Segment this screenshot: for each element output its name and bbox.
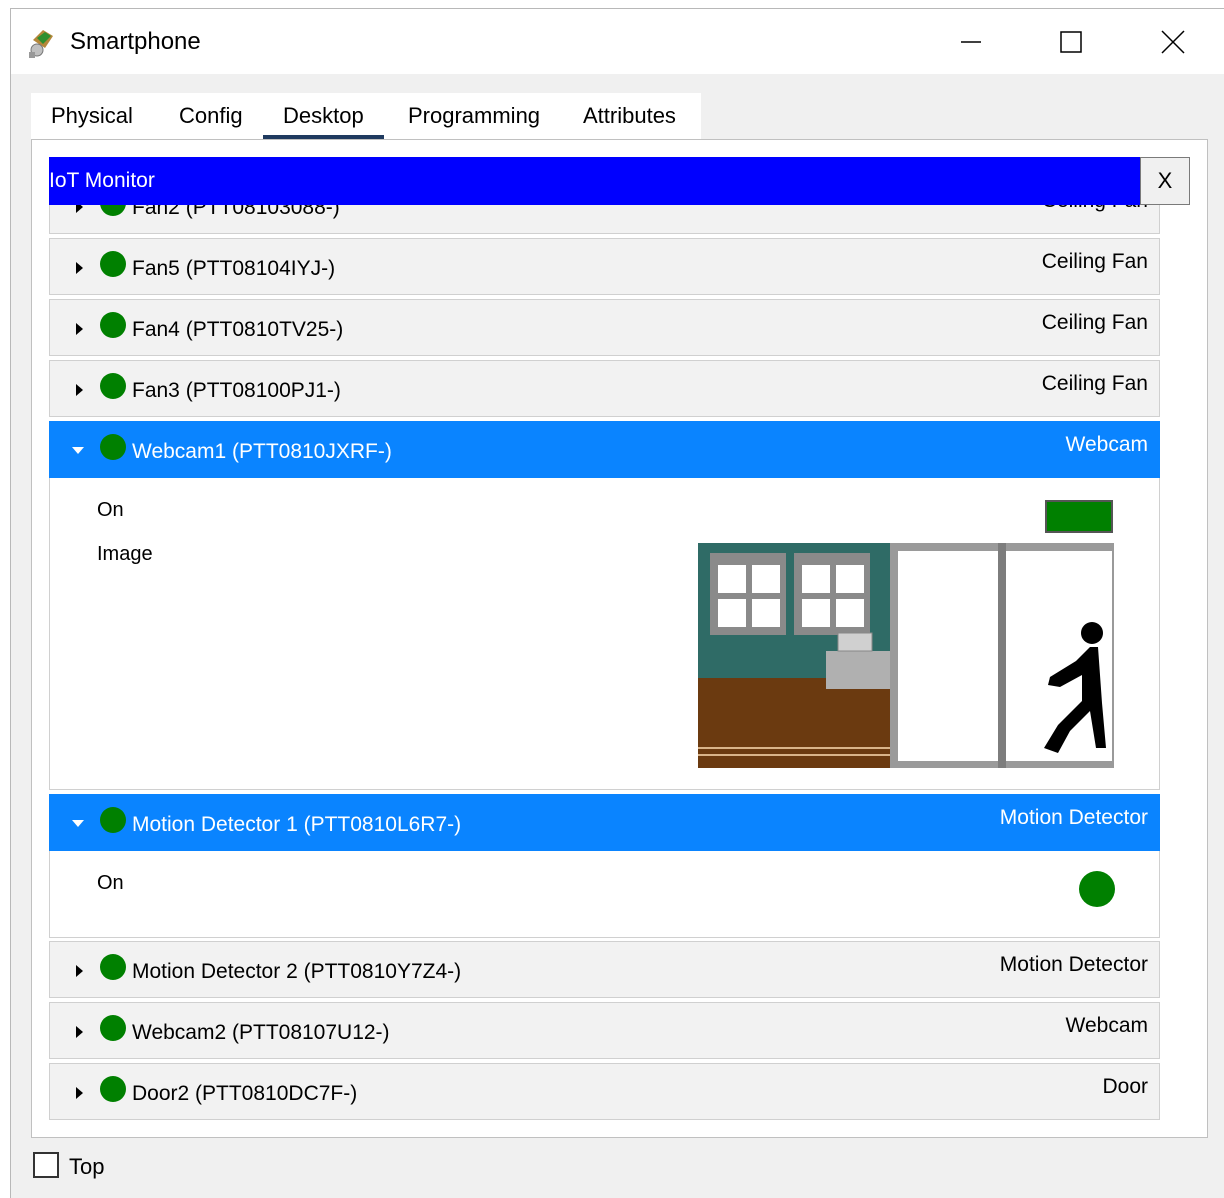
device-type: Ceiling Fan: [1041, 311, 1148, 334]
expand-arrow-icon[interactable]: [76, 965, 83, 977]
title-bar: Smartphone: [11, 9, 1224, 74]
status-dot: [100, 434, 126, 460]
status-dot: [100, 312, 126, 338]
status-dot: [100, 373, 126, 399]
webcam1-panel: On Image: [49, 478, 1160, 790]
maximize-button[interactable]: [1021, 9, 1121, 74]
field-label-image: Image: [97, 543, 153, 565]
status-dot: [100, 954, 126, 980]
status-dot: [100, 1076, 126, 1102]
tab-programming[interactable]: Programming: [388, 93, 560, 139]
iot-monitor: Fan2 (PTT08103088-) Ceiling Fan Fan5 (PT…: [49, 157, 1190, 1129]
webcam-image: [698, 543, 1114, 768]
collapse-arrow-icon[interactable]: [72, 447, 84, 454]
iot-monitor-title: IoT Monitor: [49, 169, 155, 192]
device-type: Motion Detector: [999, 806, 1148, 829]
device-label: Fan4 (PTT0810TV25-): [132, 318, 344, 341]
iot-monitor-close-button[interactable]: X: [1140, 157, 1190, 205]
expand-arrow-icon[interactable]: [76, 323, 83, 335]
device-label: Webcam1 (PTT0810JXRF-): [132, 440, 392, 463]
tab-config[interactable]: Config: [159, 93, 263, 139]
device-label: Fan3 (PTT08100PJ1-): [132, 379, 341, 402]
device-type: Webcam: [1065, 433, 1148, 456]
motion-detector-1-panel: On: [49, 851, 1160, 938]
desktop-content: Fan2 (PTT08103088-) Ceiling Fan Fan5 (PT…: [31, 139, 1208, 1138]
device-label: Motion Detector 2 (PTT0810Y7Z4-): [132, 960, 462, 983]
tab-attributes[interactable]: Attributes: [563, 93, 696, 139]
expand-arrow-icon[interactable]: [76, 262, 83, 274]
status-dot: [100, 807, 126, 833]
device-type: Ceiling Fan: [1041, 372, 1148, 395]
window-title: Smartphone: [70, 28, 201, 55]
collapse-arrow-icon[interactable]: [72, 820, 84, 827]
top-checkbox-label: Top: [69, 1154, 105, 1179]
device-row-motion-detector-2[interactable]: Motion Detector 2 (PTT0810Y7Z4-) Motion …: [49, 941, 1160, 998]
device-type: Ceiling Fan: [1041, 250, 1148, 273]
status-dot: [100, 251, 126, 277]
minimize-icon: [961, 40, 981, 43]
tab-physical[interactable]: Physical: [31, 93, 153, 139]
expand-arrow-icon[interactable]: [76, 384, 83, 396]
device-type: Motion Detector: [999, 953, 1148, 976]
device-list: Fan2 (PTT08103088-) Ceiling Fan Fan5 (PT…: [49, 157, 1160, 1129]
status-dot: [100, 1015, 126, 1041]
field-label-on: On: [97, 499, 124, 521]
device-row-door2[interactable]: Door2 (PTT0810DC7F-) Door: [49, 1063, 1160, 1120]
device-type: Webcam: [1065, 1014, 1148, 1037]
close-icon: [1161, 29, 1185, 54]
on-indicator: [1045, 500, 1113, 533]
device-row-fan5[interactable]: Fan5 (PTT08104IYJ-) Ceiling Fan: [49, 238, 1160, 295]
device-label: Webcam2 (PTT08107U12-): [132, 1021, 390, 1044]
device-label: Motion Detector 1 (PTT0810L6R7-): [132, 813, 462, 836]
top-checkbox[interactable]: [33, 1152, 59, 1178]
maximize-icon: [1060, 30, 1082, 53]
minimize-button[interactable]: [921, 9, 1021, 74]
expand-arrow-icon[interactable]: [76, 1026, 83, 1038]
iot-monitor-header: IoT Monitor X: [49, 157, 1190, 205]
close-button[interactable]: [1123, 9, 1223, 74]
tab-bar: Physical Config Desktop Programming Attr…: [31, 93, 701, 139]
device-row-webcam1[interactable]: Webcam1 (PTT0810JXRF-) Webcam: [49, 421, 1160, 478]
on-indicator: [1079, 871, 1115, 907]
expand-arrow-icon[interactable]: [76, 1087, 83, 1099]
device-row-webcam2[interactable]: Webcam2 (PTT08107U12-) Webcam: [49, 1002, 1160, 1059]
device-row-fan4[interactable]: Fan4 (PTT0810TV25-) Ceiling Fan: [49, 299, 1160, 356]
device-type: Door: [1102, 1075, 1148, 1098]
device-row-fan3[interactable]: Fan3 (PTT08100PJ1-) Ceiling Fan: [49, 360, 1160, 417]
app-icon: [29, 30, 53, 58]
device-label: Fan5 (PTT08104IYJ-): [132, 257, 336, 280]
field-label-on: On: [97, 872, 124, 894]
smartphone-window: Smartphone Physical Config Desktop Progr…: [10, 8, 1224, 1198]
device-label: Door2 (PTT0810DC7F-): [132, 1082, 358, 1105]
tab-desktop[interactable]: Desktop: [263, 93, 384, 139]
device-row-motion-detector-1[interactable]: Motion Detector 1 (PTT0810L6R7-) Motion …: [49, 794, 1160, 851]
